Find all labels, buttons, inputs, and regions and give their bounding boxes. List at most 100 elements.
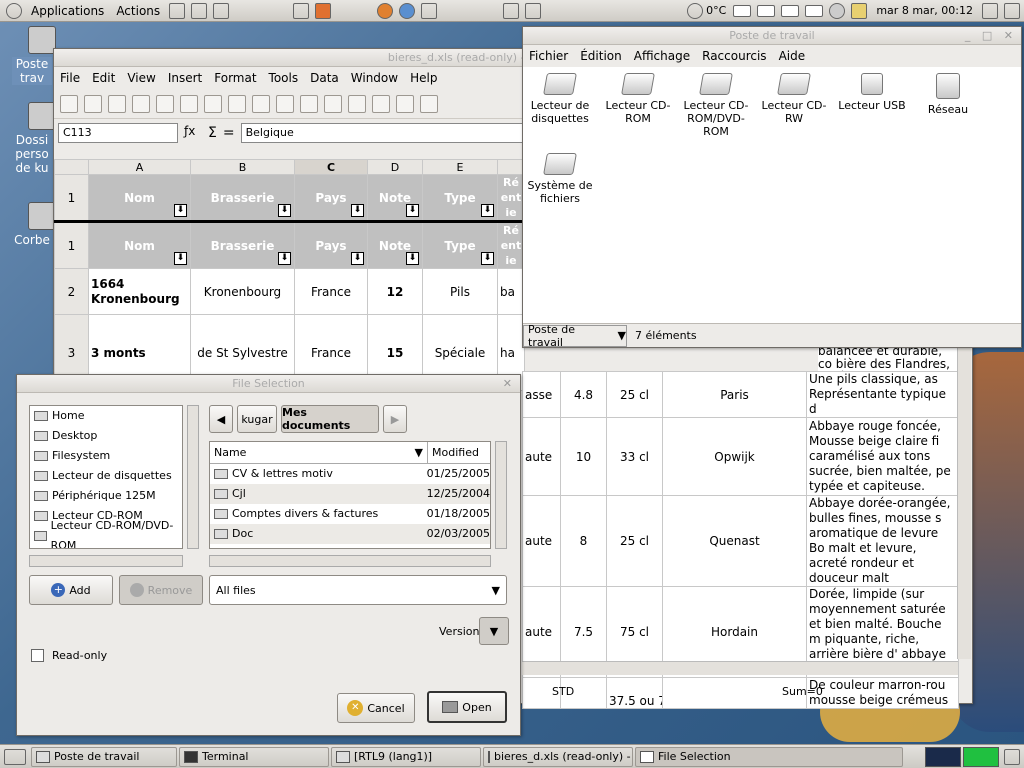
floppy-drive-item[interactable]: Lecteur de disquettes (523, 73, 597, 125)
menu-view[interactable]: View (121, 71, 161, 85)
cell[interactable]: 10 (560, 417, 607, 496)
open-button[interactable]: Open (427, 691, 507, 723)
places-scrollbar[interactable] (187, 405, 199, 549)
filesystem-item[interactable]: Système de fichiers (523, 153, 597, 205)
sheet-above-text[interactable]: balancée et durable, co bière des Flandr… (818, 345, 958, 371)
cdrom-drive-item[interactable]: Lecteur CD-ROM (601, 73, 675, 125)
cancel-button[interactable]: ✕ Cancel (337, 693, 415, 723)
file-filter-dropdown[interactable]: All files ▼ (209, 575, 507, 605)
close-icon[interactable]: ✕ (503, 375, 516, 393)
cell[interactable]: aute (522, 495, 561, 587)
file-row[interactable]: Comptes divers & factures 01/18/2005 (210, 504, 490, 524)
network-item[interactable]: Réseau (911, 73, 985, 116)
edit-icon[interactable] (156, 94, 174, 113)
cell[interactable]: asse (522, 371, 561, 418)
header-cell[interactable]: Brasserie ⬇ (190, 174, 295, 222)
horizontal-scrollbar[interactable] (522, 661, 958, 675)
updates-icon[interactable] (851, 2, 868, 19)
path-forward-button[interactable]: ▶ (383, 405, 407, 433)
place-desktop[interactable]: Desktop (30, 426, 182, 446)
autofilter-icon[interactable]: ⬇ (351, 204, 364, 217)
equals-icon[interactable]: = (223, 125, 235, 141)
sum-icon[interactable]: Σ (208, 125, 217, 141)
pdf-icon[interactable] (180, 94, 198, 113)
menu-file[interactable]: File (54, 71, 86, 85)
clock[interactable]: mar 8 mar, 00:12 (876, 4, 973, 17)
window-controls[interactable]: _ □ ✕ (965, 27, 1017, 45)
row-header[interactable]: 2 (54, 268, 89, 315)
cell[interactable]: Pils (422, 268, 498, 315)
place-dvd[interactable]: Lecteur CD-ROM/DVD-ROM (30, 519, 182, 548)
file-manager-titlebar[interactable]: Poste de travail _ □ ✕ (523, 27, 1021, 45)
vertical-scrollbar[interactable] (957, 345, 971, 659)
home-launcher-icon[interactable] (191, 2, 208, 19)
volume-icon[interactable] (982, 2, 998, 19)
status-mode[interactable]: STD (552, 685, 612, 698)
modified-column-header[interactable]: Modified (428, 442, 479, 463)
firefox-launcher-icon[interactable] (377, 2, 394, 19)
name-column-header[interactable]: Name ▼ (210, 442, 428, 463)
network-monitor[interactable] (963, 746, 999, 767)
cell[interactable]: Paris (662, 371, 807, 418)
menu-tools[interactable]: Tools (263, 71, 305, 85)
menu-raccourcis[interactable]: Raccourcis (696, 49, 772, 63)
cell[interactable]: 4.8 (560, 371, 607, 418)
cell[interactable]: Abbaye rouge foncée, Mousse beige claire… (806, 417, 959, 496)
cell[interactable]: Quenast (662, 495, 807, 587)
usb-drive-item[interactable]: Lecteur USB (835, 73, 909, 112)
header-cell[interactable]: Nom ⬇ (88, 174, 191, 222)
minimize-applet-icon[interactable] (1004, 2, 1020, 19)
gaim-launcher-icon[interactable] (399, 2, 416, 19)
col-E[interactable]: E (422, 159, 498, 175)
cell[interactable]: 8 (560, 495, 607, 587)
cell[interactable]: ba (497, 268, 525, 315)
cell[interactable]: 25 cl (606, 371, 663, 418)
header-cell[interactable]: Type ⬇ (422, 174, 498, 222)
autofilter-icon[interactable]: ⬇ (406, 204, 419, 217)
cell[interactable]: Abbaye dorée-orangée, bulles fines, mous… (806, 495, 959, 587)
col-B[interactable]: B (190, 159, 295, 175)
menu-affichage[interactable]: Affichage (628, 49, 696, 63)
star-icon[interactable] (829, 2, 846, 19)
network-icon[interactable] (503, 2, 520, 19)
workspace-4[interactable] (805, 4, 824, 17)
autofilter-icon[interactable]: ⬇ (351, 252, 364, 265)
version-dropdown[interactable]: ▼ (479, 617, 509, 645)
file-row[interactable]: Doc 02/03/2005 (210, 524, 490, 544)
col-C[interactable]: C (294, 159, 368, 175)
menu-window[interactable]: Window (345, 71, 404, 85)
file-row[interactable]: CV & lettres motiv 01/25/2005 (210, 464, 490, 484)
dvd-drive-item[interactable]: Lecteur CD-ROM/DVD-ROM (679, 73, 753, 138)
header-cell[interactable]: Note ⬇ (367, 174, 423, 222)
status-sum[interactable]: Sum=0 (782, 685, 823, 698)
path-mes-documents-button[interactable]: Mes documents (281, 405, 379, 433)
gnome-foot-icon[interactable] (6, 2, 22, 19)
menu-edition[interactable]: Édition (574, 49, 628, 63)
cell[interactable]: Kronenbourg (190, 268, 295, 315)
applications-menu[interactable]: Applications (25, 0, 110, 22)
weather-icon[interactable] (687, 2, 704, 19)
paste-icon[interactable] (348, 94, 366, 113)
cell[interactable]: 1664 Kronenbourg (88, 268, 191, 315)
row-header[interactable]: 1 (54, 174, 89, 222)
file-row[interactable]: Cjl 12/25/2004 (210, 484, 490, 504)
menu-format[interactable]: Format (208, 71, 262, 85)
undo-icon[interactable] (396, 94, 414, 113)
gnome-foot-launcher-icon[interactable] (421, 2, 438, 19)
impress-launcher-icon[interactable] (315, 2, 332, 19)
print-icon[interactable] (204, 94, 222, 113)
header-cell[interactable]: Brasserie ⬇ (190, 221, 295, 269)
redo-icon[interactable] (420, 94, 438, 113)
cell[interactable]: France (294, 268, 368, 315)
task-rtl9[interactable]: [RTL9 (lang1)] (331, 746, 481, 767)
autofilter-icon[interactable]: ⬇ (174, 204, 187, 217)
cell[interactable]: 25 cl (606, 495, 663, 587)
actions-menu[interactable]: Actions (110, 0, 166, 22)
header-cell[interactable]: Pays ⬇ (294, 221, 368, 269)
autofilter-icon[interactable]: ⬇ (481, 204, 494, 217)
file-list-hscrollbar[interactable] (209, 555, 491, 567)
cut-icon[interactable] (300, 94, 318, 113)
cell[interactable]: 12 (367, 268, 423, 315)
menu-fichier[interactable]: Fichier (523, 49, 574, 63)
preview-icon[interactable] (228, 94, 246, 113)
